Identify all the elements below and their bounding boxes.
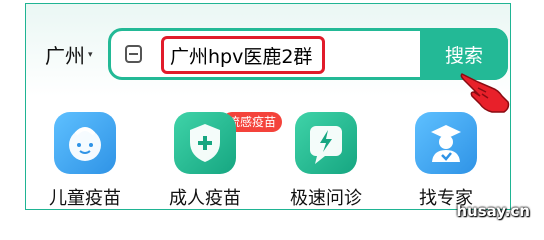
- quick-link-label: 极速问诊: [290, 188, 362, 209]
- quick-link-adult-vaccine[interactable]: 成人疫苗: [155, 112, 255, 210]
- search-bar[interactable]: 广州hpv医鹿2群 搜索: [108, 28, 508, 80]
- quick-link-find-expert[interactable]: 找专家: [396, 112, 496, 210]
- doctor-icon: [415, 112, 477, 174]
- city-label: 广州: [45, 44, 85, 68]
- watermark: husay.cn: [456, 202, 530, 220]
- search-button-label: 搜索: [444, 44, 483, 67]
- shield-plus-icon: [174, 112, 236, 174]
- quick-link-fast-consult[interactable]: 极速问诊: [276, 112, 376, 210]
- child-face-icon: [54, 112, 116, 174]
- quick-link-label: 成人疫苗: [169, 188, 241, 209]
- search-query-text: 广州hpv医鹿2群: [170, 45, 313, 68]
- quick-link-child-vaccine[interactable]: 儿童疫苗: [35, 112, 135, 210]
- scan-icon[interactable]: [125, 45, 142, 63]
- city-selector[interactable]: 广州 ▾: [45, 40, 93, 69]
- pointing-hand-icon: [460, 73, 510, 113]
- chat-lightning-icon: [295, 112, 357, 174]
- chevron-down-icon: ▾: [88, 49, 93, 60]
- search-input[interactable]: 广州hpv医鹿2群: [161, 36, 325, 74]
- quick-link-label: 儿童疫苗: [49, 188, 121, 209]
